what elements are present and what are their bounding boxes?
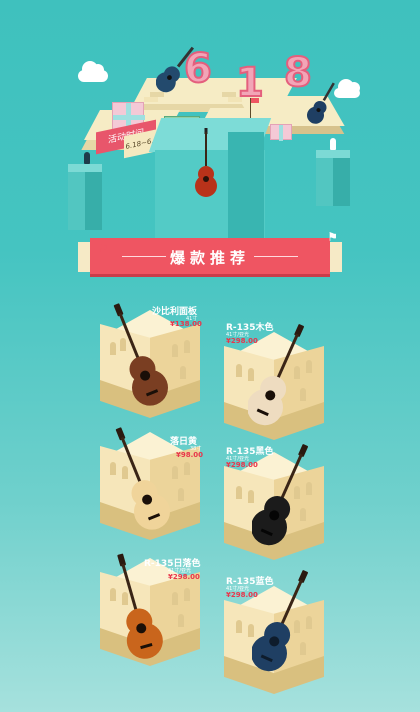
product-price: ¥298.00 [226,591,258,599]
ribbon-icon: ⚑ [98,242,108,255]
gift-box-icon [270,124,292,141]
guitar-image[interactable] [248,318,308,438]
pillar-left [68,164,102,230]
product-price: ¥138.00 [170,320,202,328]
hero-red-guitar-icon [195,128,217,197]
hero-scene: 6 1 8 活动时间 6.18~6.22 [0,0,420,238]
figure-icon [84,152,90,164]
guitar-image[interactable] [110,422,170,542]
pillar-right [316,150,350,206]
banner-title: 爆款推荐 [169,249,250,267]
product-price: ¥298.00 [168,573,200,581]
cloud-left [78,61,108,82]
product-price: ¥298.00 [226,337,258,345]
hero-guitar-icon [307,82,335,124]
hero-numeral-1: 1 [235,59,265,107]
figure-icon [330,138,336,150]
section-banner: 爆款推荐 ⚑ ⚑ [78,230,342,276]
ribbon-icon: ⚑ [327,230,338,244]
product-price: ¥298.00 [226,461,258,469]
hero-guitar-icon [156,46,195,93]
product-price: ¥98.00 [176,451,204,459]
